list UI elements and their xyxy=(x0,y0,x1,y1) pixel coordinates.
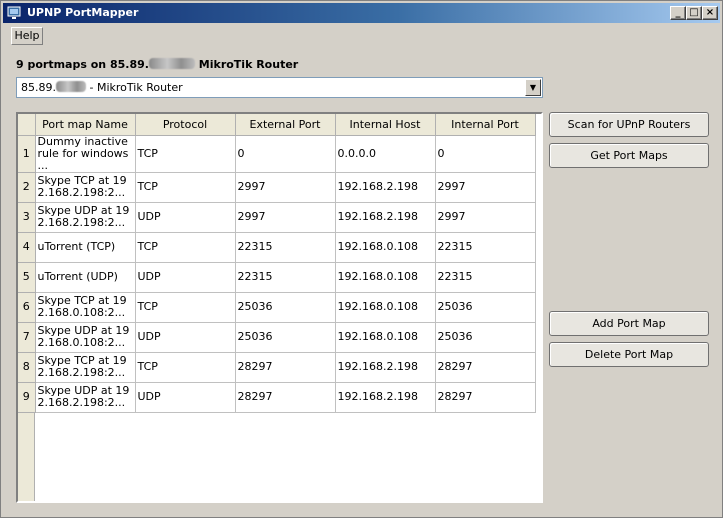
row-number[interactable]: 8 xyxy=(18,352,36,383)
cell-name[interactable]: Skype UDP at 192.168.0.108:2... xyxy=(35,322,136,353)
cell-external-port[interactable]: 22315 xyxy=(235,232,336,263)
table-row[interactable]: 7 Skype UDP at 192.168.0.108:2... UDP 25036… xyxy=(18,322,536,353)
title-bar[interactable]: UPNP PortMapper _ □ × xyxy=(3,3,720,23)
cell-internal-port[interactable]: 22315 xyxy=(435,232,536,263)
cell-internal-host[interactable]: 192.168.0.108 xyxy=(335,292,436,323)
row-number[interactable]: 3 xyxy=(18,202,36,233)
col-header-protocol[interactable]: Protocol xyxy=(135,114,236,136)
cell-name[interactable]: uTorrent (UDP) xyxy=(35,262,136,293)
main-window: UPNP PortMapper _ □ × Help 9 portmaps on… xyxy=(0,0,723,518)
portmap-table: Port map Name Protocol External Port Int… xyxy=(16,112,543,503)
cell-internal-host[interactable]: 0.0.0.0 xyxy=(335,135,436,173)
network-icon xyxy=(7,6,21,19)
cell-internal-host[interactable]: 192.168.0.108 xyxy=(335,232,436,263)
col-header-internal-host[interactable]: Internal Host xyxy=(335,114,436,136)
row-number[interactable]: 1 xyxy=(18,135,36,173)
col-header-internal-port[interactable]: Internal Port xyxy=(435,114,536,136)
cell-external-port[interactable]: 28297 xyxy=(235,352,336,383)
cell-protocol[interactable]: UDP xyxy=(135,322,236,353)
cell-internal-port[interactable]: 22315 xyxy=(435,262,536,293)
maximize-button[interactable]: □ xyxy=(686,6,702,20)
cell-external-port[interactable]: 28297 xyxy=(235,382,336,413)
minimize-button[interactable]: _ xyxy=(670,6,686,20)
cell-protocol[interactable]: UDP xyxy=(135,202,236,233)
cell-internal-port[interactable]: 0 xyxy=(435,135,536,173)
table-row[interactable]: 2 Skype TCP at 192.168.2.198:2... TCP 2997 1… xyxy=(18,172,536,203)
redacted-ip-mark xyxy=(56,81,86,92)
cell-name[interactable]: Skype UDP at 192.168.2.198:2... xyxy=(35,202,136,233)
close-button[interactable]: × xyxy=(702,6,718,20)
scan-routers-button[interactable]: Scan for UPnP Routers xyxy=(549,112,709,137)
cell-internal-host[interactable]: 192.168.0.108 xyxy=(335,322,436,353)
cell-name[interactable]: Skype TCP at 192.168.2.198:2... xyxy=(35,352,136,383)
row-number[interactable]: 2 xyxy=(18,172,36,203)
add-port-map-button[interactable]: Add Port Map xyxy=(549,311,709,336)
dropdown-arrow-icon[interactable]: ▼ xyxy=(525,79,541,96)
cell-internal-port[interactable]: 28297 xyxy=(435,382,536,413)
corner-header xyxy=(18,114,36,136)
menu-help[interactable]: Help xyxy=(11,27,43,45)
window-title: UPNP PortMapper xyxy=(27,6,139,19)
cell-internal-host[interactable]: 192.168.0.108 xyxy=(335,262,436,293)
portmap-summary: 9 portmaps on 85.89. MikroTik Router xyxy=(16,58,298,71)
cell-internal-port[interactable]: 28297 xyxy=(435,352,536,383)
cell-external-port[interactable]: 25036 xyxy=(235,292,336,323)
cell-internal-port[interactable]: 2997 xyxy=(435,172,536,203)
cell-external-port[interactable]: 0 xyxy=(235,135,336,173)
table-row[interactable]: 1 Dummy inactive rule for windows ... TCP 0… xyxy=(18,135,536,173)
cell-internal-host[interactable]: 192.168.2.198 xyxy=(335,382,436,413)
cell-name[interactable]: Dummy inactive rule for windows ... xyxy=(35,135,136,173)
cell-protocol[interactable]: UDP xyxy=(135,382,236,413)
cell-internal-port[interactable]: 25036 xyxy=(435,292,536,323)
cell-protocol[interactable]: UDP xyxy=(135,262,236,293)
cell-external-port[interactable]: 22315 xyxy=(235,262,336,293)
cell-protocol[interactable]: TCP xyxy=(135,352,236,383)
cell-name[interactable]: Skype UDP at 192.168.2.198:2... xyxy=(35,382,136,413)
cell-name[interactable]: Skype TCP at 192.168.0.108:2... xyxy=(35,292,136,323)
table-row[interactable]: 4 uTorrent (TCP) TCP 22315 192.168.0.108 2231… xyxy=(18,232,536,263)
cell-protocol[interactable]: TCP xyxy=(135,135,236,173)
cell-external-port[interactable]: 2997 xyxy=(235,202,336,233)
summary-prefix: 9 portmaps on 85.89. xyxy=(16,58,149,71)
row-number[interactable]: 6 xyxy=(18,292,36,323)
table-row[interactable]: 6 Skype TCP at 192.168.0.108:2... TCP 25036… xyxy=(18,292,536,323)
menu-bar: Help xyxy=(3,25,720,45)
portmap-grid: Port map Name Protocol External Port Int… xyxy=(18,114,536,413)
cell-name[interactable]: uTorrent (TCP) xyxy=(35,232,136,263)
row-number[interactable]: 9 xyxy=(18,382,36,413)
redacted-ip-mark xyxy=(148,58,195,69)
table-row[interactable]: 5 uTorrent (UDP) UDP 22315 192.168.0.108 2231… xyxy=(18,262,536,293)
cell-internal-host[interactable]: 192.168.2.198 xyxy=(335,172,436,203)
col-header-external-port[interactable]: External Port xyxy=(235,114,336,136)
cell-internal-port[interactable]: 2997 xyxy=(435,202,536,233)
cell-protocol[interactable]: TCP xyxy=(135,232,236,263)
cell-protocol[interactable]: TCP xyxy=(135,292,236,323)
cell-internal-host[interactable]: 192.168.2.198 xyxy=(335,352,436,383)
table-row[interactable]: 9 Skype UDP at 192.168.2.198:2... UDP 28297… xyxy=(18,382,536,413)
cell-internal-port[interactable]: 25036 xyxy=(435,322,536,353)
cell-internal-host[interactable]: 192.168.2.198 xyxy=(335,202,436,233)
router-select[interactable]: 85.89. - MikroTik Router ▼ xyxy=(16,77,543,98)
get-port-maps-button[interactable]: Get Port Maps xyxy=(549,143,709,168)
router-select-value: 85.89. - MikroTik Router xyxy=(21,81,183,94)
table-row[interactable]: 3 Skype UDP at 192.168.2.198:2... UDP 2997 1… xyxy=(18,202,536,233)
table-row[interactable]: 8 Skype TCP at 192.168.2.198:2... TCP 28297… xyxy=(18,352,536,383)
cell-name[interactable]: Skype TCP at 192.168.2.198:2... xyxy=(35,172,136,203)
col-header-name[interactable]: Port map Name xyxy=(35,114,136,136)
row-number[interactable]: 7 xyxy=(18,322,36,353)
row-number[interactable]: 5 xyxy=(18,262,36,293)
cell-external-port[interactable]: 25036 xyxy=(235,322,336,353)
cell-protocol[interactable]: TCP xyxy=(135,172,236,203)
row-number[interactable]: 4 xyxy=(18,232,36,263)
delete-port-map-button[interactable]: Delete Port Map xyxy=(549,342,709,367)
cell-external-port[interactable]: 2997 xyxy=(235,172,336,203)
summary-router-name: MikroTik Router xyxy=(198,58,299,71)
